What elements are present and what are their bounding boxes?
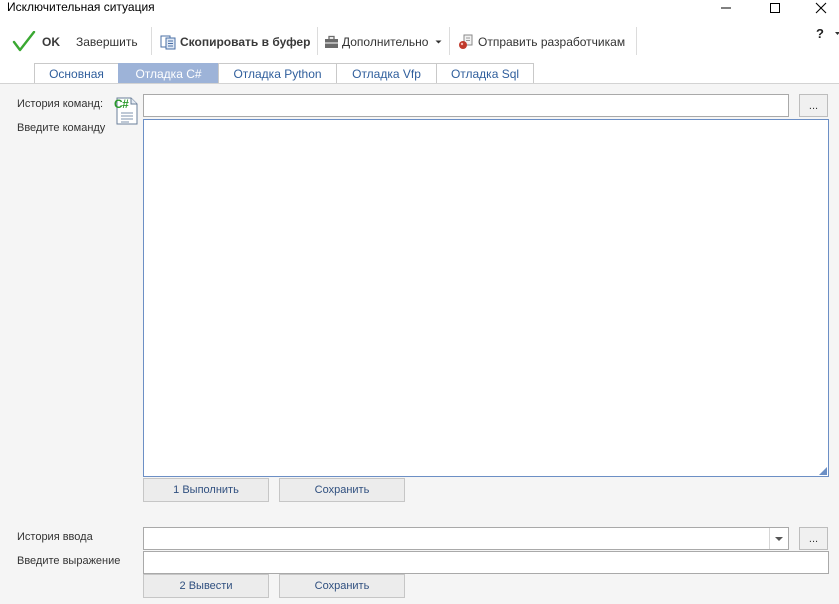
minimize-icon (721, 7, 731, 9)
title-bar: Исключительная ситуация (0, 0, 839, 16)
tab-label: Основная (49, 66, 104, 81)
run-label: 1 Выполнить (173, 484, 239, 496)
toolbar: OK Завершить Скопировать в буфер Дополни… (0, 22, 839, 60)
send-report-icon (459, 34, 473, 49)
caret-down-icon (834, 32, 839, 35)
more-dropdown-button[interactable]: Дополнительно (324, 32, 443, 52)
input-history-browse-button[interactable]: ... (799, 527, 828, 550)
more-label: Дополнительно (342, 35, 429, 49)
command-history-browse-button[interactable]: ... (799, 94, 828, 117)
resize-grip-icon[interactable] (819, 467, 827, 475)
command-editor[interactable] (143, 119, 829, 477)
copy-label: Скопировать в буфер (180, 35, 311, 49)
tab-label: Отладка C# (135, 66, 202, 81)
caret-down-icon (435, 40, 442, 44)
command-history-field[interactable] (143, 94, 789, 117)
help-button[interactable]: ? (816, 26, 839, 41)
command-history-label: История команд: (17, 98, 103, 110)
finish-label: Завершить (76, 35, 138, 49)
minimize-button[interactable] (708, 0, 744, 16)
input-history-label: История ввода (17, 531, 93, 543)
run-button[interactable]: 1 Выполнить (143, 478, 269, 502)
save-label: Сохранить (314, 580, 370, 592)
maximize-icon (770, 3, 780, 13)
tab-debug-sql[interactable]: Отладка Sql (436, 63, 534, 84)
tab-main[interactable]: Основная (34, 63, 118, 84)
toolbar-separator (317, 27, 318, 55)
toolbar-separator (636, 27, 637, 55)
enter-expression-label: Введите выражение (17, 555, 121, 567)
csharp-debug-panel: История команд: C# ... Введите команду 1… (0, 83, 839, 604)
enter-command-label: Введите команду (17, 122, 106, 134)
ellipsis-label: ... (808, 532, 819, 545)
ok-button[interactable]: OK (12, 31, 60, 52)
expression-input[interactable] (143, 551, 829, 574)
save-label: Сохранить (314, 484, 370, 496)
send-label: Отправить разработчикам (478, 35, 626, 49)
close-button[interactable] (803, 0, 839, 16)
send-to-developers-button[interactable]: Отправить разработчикам (458, 32, 625, 52)
tab-label: Отладка Vfp (352, 66, 421, 81)
copy-to-clipboard-button[interactable]: Скопировать в буфер (160, 32, 310, 52)
close-icon (815, 2, 827, 14)
csharp-file-icon: C# (113, 96, 140, 126)
tab-label: Отладка Sql (450, 66, 520, 81)
toolbar-separator (449, 27, 450, 55)
maximize-button[interactable] (757, 0, 793, 16)
help-label: ? (816, 26, 824, 41)
tab-label: Отладка Python (233, 66, 322, 81)
dropdown-arrow-button[interactable] (769, 528, 788, 549)
debug-tabs: Основная Отладка C# Отладка Python Отлад… (34, 63, 534, 84)
save-expression-button[interactable]: Сохранить (279, 574, 405, 598)
ellipsis-label: ... (808, 99, 819, 112)
save-command-button[interactable]: Сохранить (279, 478, 405, 502)
briefcase-icon (325, 35, 338, 48)
output-label: 2 Вывести (179, 580, 233, 592)
language-badge: C# (114, 97, 129, 111)
output-button[interactable]: 2 Вывести (143, 574, 269, 598)
tab-debug-python[interactable]: Отладка Python (218, 63, 336, 84)
caret-down-icon (775, 536, 783, 541)
copy-icon (160, 35, 176, 49)
window-title: Исключительная ситуация (7, 0, 155, 14)
checkmark-icon (12, 31, 36, 52)
input-history-dropdown[interactable] (143, 527, 789, 550)
toolbar-separator (151, 27, 152, 55)
ok-label: OK (42, 35, 60, 49)
tab-debug-vfp[interactable]: Отладка Vfp (336, 63, 436, 84)
tab-debug-csharp[interactable]: Отладка C# (118, 63, 218, 84)
finish-button[interactable]: Завершить (76, 32, 138, 52)
